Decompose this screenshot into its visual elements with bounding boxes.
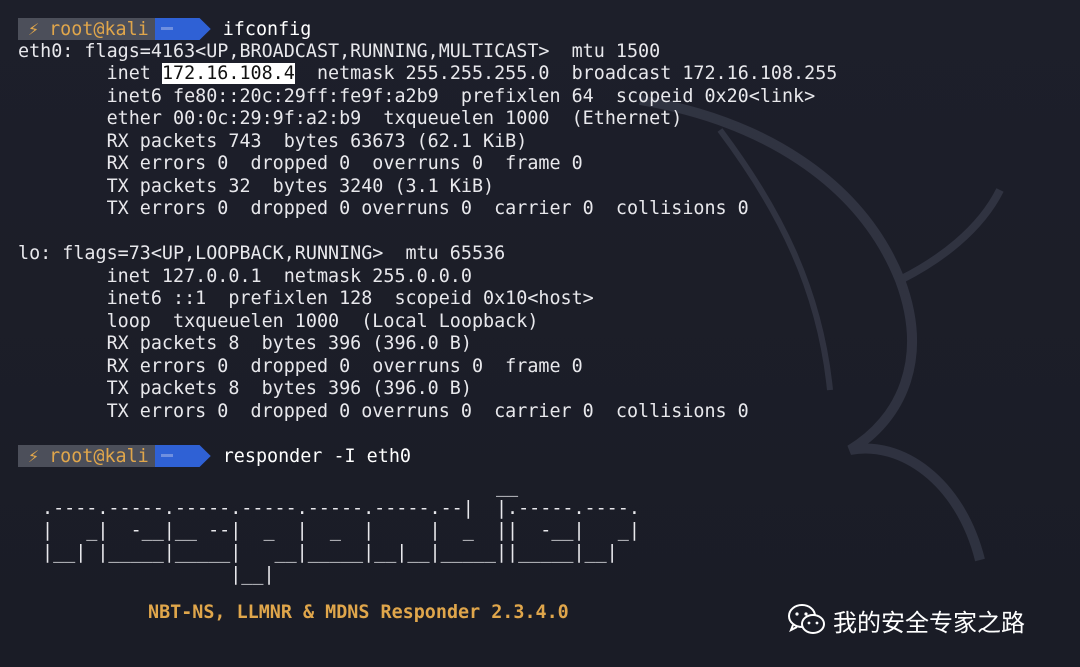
terminal-window[interactable]: ⚡ root@kali ifconfig eth0: flags=4163<UP… xyxy=(0,0,1080,667)
lo-line: inet6 ::1 prefixlen 128 scopeid 0x10<hos… xyxy=(18,288,594,309)
lo-line: inet 127.0.0.1 netmask 255.0.0.0 xyxy=(18,266,472,287)
lo-line: TX errors 0 dropped 0 overruns 0 carrier… xyxy=(18,401,749,422)
prompt-user-segment: ⚡ root@kali xyxy=(18,18,155,40)
eth0-line: inet6 fe80::20c:29ff:fe9f:a2b9 prefixlen… xyxy=(18,86,816,107)
arrow-right-icon xyxy=(154,18,211,40)
command-text: ifconfig xyxy=(222,18,312,40)
lo-line: TX packets 8 bytes 396 (396.0 B) xyxy=(18,378,472,399)
eth0-line: TX errors 0 dropped 0 overruns 0 carrier… xyxy=(18,198,749,219)
command-text: responder -I eth0 xyxy=(222,445,411,467)
eth0-inet-line: inet 172.16.108.4 netmask 255.255.255.0 … xyxy=(18,63,837,85)
lo-line: loop txqueuelen 1000 (Local Loopback) xyxy=(18,311,539,332)
eth0-header: eth0: flags=4163<UP,BROADCAST,RUNNING,MU… xyxy=(18,41,661,62)
arrow-right-icon xyxy=(154,445,211,467)
eth0-line: RX packets 743 bytes 63673 (62.1 KiB) xyxy=(18,131,528,152)
prompt-user: root@kali xyxy=(49,445,149,467)
inet-suffix: netmask 255.255.255.0 broadcast 172.16.1… xyxy=(294,63,838,84)
eth0-line: TX packets 32 bytes 3240 (3.1 KiB) xyxy=(18,176,495,197)
shell-prompt-1: ⚡ root@kali ifconfig xyxy=(18,18,311,40)
lightning-icon: ⚡ xyxy=(28,18,40,40)
shell-prompt-2: ⚡ root@kali responder -I eth0 xyxy=(18,445,411,467)
eth0-line: ether 00:0c:29:9f:a2:b9 txqueuelen 1000 … xyxy=(18,108,683,129)
prompt-user-segment: ⚡ root@kali xyxy=(18,445,155,467)
responder-ascii-art: __ .----.-----.-----.-----.-----.-----.-… xyxy=(42,476,640,585)
kali-dragon-watermark xyxy=(639,95,1004,562)
responder-banner: NBT-NS, LLMNR & MDNS Responder 2.3.4.0 xyxy=(148,602,569,623)
wechat-watermark: 我的安全专家之路 xyxy=(787,602,1025,638)
wechat-icon xyxy=(788,604,825,634)
lo-line: RX errors 0 dropped 0 overruns 0 frame 0 xyxy=(18,356,583,377)
lo-header: lo: flags=73<UP,LOOPBACK,RUNNING> mtu 65… xyxy=(18,243,506,264)
inet-prefix: inet xyxy=(18,63,162,84)
prompt-user: root@kali xyxy=(49,18,149,40)
lightning-icon: ⚡ xyxy=(28,445,40,467)
lo-line: RX packets 8 bytes 396 (396.0 B) xyxy=(18,333,472,354)
eth0-line: RX errors 0 dropped 0 overruns 0 frame 0 xyxy=(18,153,583,174)
selected-ip-address[interactable]: 172.16.108.4 xyxy=(161,63,295,84)
watermark-text: 我的安全专家之路 xyxy=(833,608,1025,637)
